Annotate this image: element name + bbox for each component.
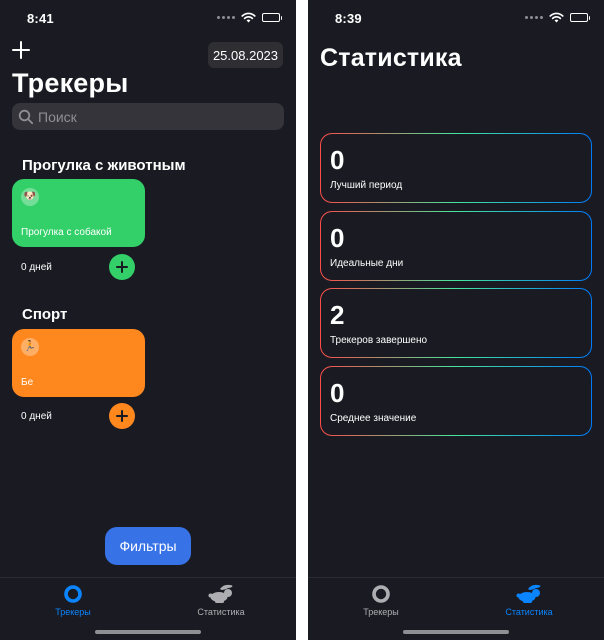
tracker-card[interactable]: 🐶 Прогулка с собакой	[12, 179, 145, 247]
status-time: 8:39	[335, 11, 362, 26]
page-title: Трекеры	[12, 68, 129, 98]
search-input[interactable]	[38, 108, 258, 125]
signal-icon	[525, 16, 543, 19]
filters-button[interactable]: Фильтры	[105, 527, 191, 565]
signal-icon	[217, 16, 235, 19]
tracker-card[interactable]: 🏃 Бе	[12, 329, 145, 397]
tab-bar: Трекеры Статистика	[308, 577, 604, 640]
tracker-days-count: 0 дней	[21, 411, 52, 422]
status-icons	[525, 12, 590, 23]
statistics-screen: 8:39 Статистика 0 Лучший период 0 Идеаль…	[308, 0, 604, 640]
complete-tracker-button[interactable]	[109, 403, 135, 429]
rabbit-icon	[516, 584, 541, 603]
tracker-emoji: 🏃	[21, 338, 39, 356]
add-tracker-button[interactable]	[11, 40, 31, 60]
status-icons	[217, 12, 282, 23]
stat-value: 2	[330, 300, 345, 330]
search-bar[interactable]	[12, 103, 284, 130]
complete-tracker-button[interactable]	[109, 254, 135, 280]
stat-label: Трекеров завершено	[330, 335, 428, 346]
page-title: Статистика	[320, 44, 462, 72]
search-icon	[18, 109, 34, 124]
status-bar: 8:39	[308, 0, 604, 36]
wifi-icon	[241, 12, 256, 23]
rabbit-icon	[208, 584, 233, 603]
tracker-emoji: 🐶	[21, 188, 39, 206]
stat-card-best-period: 0 Лучший период	[320, 133, 592, 203]
home-indicator	[95, 630, 201, 634]
stat-label: Среднее значение	[330, 413, 417, 424]
home-indicator	[403, 630, 509, 634]
tab-label: Трекеры	[363, 607, 399, 617]
date-picker[interactable]: 25.08.2023	[208, 42, 283, 68]
stat-card-ideal-days: 0 Идеальные дни	[320, 211, 592, 281]
stat-value: 0	[330, 145, 345, 175]
stat-label: Лучший период	[330, 180, 403, 191]
tracker-name: Прогулка с собакой	[21, 227, 112, 238]
status-bar: 8:41	[0, 0, 296, 36]
tab-statistics[interactable]: Статистика	[166, 584, 276, 617]
tab-label: Статистика	[505, 607, 553, 617]
wifi-icon	[549, 12, 564, 23]
category-title: Спорт	[22, 306, 68, 323]
battery-icon	[262, 13, 282, 22]
tracker-days-count: 0 дней	[21, 262, 52, 273]
stat-card-trackers-completed: 2 Трекеров завершено	[320, 288, 592, 358]
tab-trackers[interactable]: Трекеры	[18, 584, 128, 617]
tab-statistics[interactable]: Статистика	[474, 584, 584, 617]
stat-value: 0	[330, 378, 345, 408]
tab-label: Трекеры	[55, 607, 91, 617]
tab-label: Статистика	[197, 607, 245, 617]
status-time: 8:41	[27, 11, 54, 26]
trackers-screen: 8:41 25.08.2023 Трекеры Прогулка с живот…	[0, 0, 296, 640]
tracker-name: Бе	[21, 377, 34, 388]
stat-value: 0	[330, 223, 345, 253]
trackers-icon	[64, 585, 82, 603]
tab-trackers[interactable]: Трекеры	[326, 584, 436, 617]
tab-bar: Трекеры Статистика	[0, 577, 296, 640]
category-title: Прогулка с животным	[22, 157, 186, 174]
battery-icon	[570, 13, 590, 22]
stat-card-average: 0 Среднее значение	[320, 366, 592, 436]
stat-label: Идеальные дни	[330, 258, 404, 269]
trackers-icon	[372, 585, 390, 603]
